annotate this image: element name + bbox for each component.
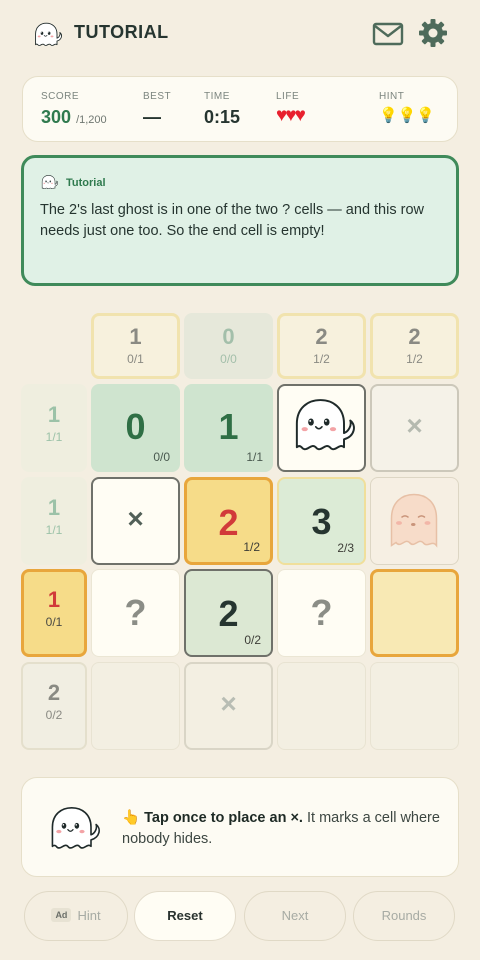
grid-cell[interactable]: × bbox=[184, 662, 273, 750]
instruction-card: 👆 Tap once to place an ×. It marks a cel… bbox=[21, 777, 459, 877]
score-stat: SCORE 300 /1,200 bbox=[41, 91, 107, 128]
score-value: 300 bbox=[41, 107, 72, 127]
grid-cell[interactable] bbox=[91, 662, 180, 750]
score-max: /1,200 bbox=[76, 114, 107, 126]
grid-cell[interactable]: 2 0/2 bbox=[184, 569, 273, 657]
cross-mark: × bbox=[127, 503, 144, 534]
column-clue: 0 0/0 bbox=[184, 313, 273, 379]
best-stat: BEST — bbox=[143, 91, 171, 128]
hint-stat: HINT 💡💡💡 bbox=[379, 91, 435, 124]
reset-button[interactable]: Reset bbox=[134, 891, 236, 941]
cross-mark: × bbox=[406, 410, 423, 441]
time-stat: TIME 0:15 bbox=[204, 91, 240, 128]
ghost-icon bbox=[41, 175, 58, 190]
page-title: TUTORIAL bbox=[74, 22, 169, 42]
row-clue: 1 1/1 bbox=[21, 477, 87, 565]
heart-icons: ♥♥♥ bbox=[276, 105, 306, 126]
question-mark: ? bbox=[310, 592, 333, 633]
grid-cell[interactable]: 1 1/1 bbox=[184, 384, 273, 472]
grid-cell[interactable] bbox=[370, 662, 459, 750]
life-label: LIFE bbox=[276, 91, 300, 102]
grid-cell[interactable] bbox=[277, 384, 366, 472]
tutorial-label: Tutorial bbox=[66, 176, 106, 189]
instruction-text: 👆 Tap once to place an ×. It marks a cel… bbox=[122, 808, 442, 850]
grid-cell[interactable]: 2 1/2 bbox=[184, 477, 273, 565]
score-label: SCORE bbox=[41, 91, 80, 102]
next-button[interactable]: Next bbox=[244, 891, 346, 941]
ad-badge: Ad bbox=[51, 908, 72, 922]
pointing-hand-icon: 👆 bbox=[122, 810, 141, 826]
gear-icon[interactable] bbox=[418, 18, 448, 48]
best-value: — bbox=[143, 107, 161, 127]
best-label: BEST bbox=[143, 91, 172, 102]
stats-bar: SCORE 300 /1,200 BEST — TIME 0:15 LIFE ♥… bbox=[22, 76, 458, 142]
mail-icon[interactable] bbox=[372, 20, 404, 48]
question-mark: ? bbox=[124, 592, 147, 633]
instruction-bold: Tap once to place an ×. bbox=[144, 810, 303, 826]
tutorial-box: Tutorial The 2's last ghost is in one of… bbox=[21, 155, 459, 286]
tutorial-text: The 2's last ghost is in one of the two … bbox=[40, 202, 424, 239]
column-clue: 2 1/2 bbox=[370, 313, 459, 379]
grid-cell[interactable]: 0 0/0 bbox=[91, 384, 180, 472]
row-clue: 1 1/1 bbox=[21, 384, 87, 472]
grid-cell[interactable] bbox=[277, 662, 366, 750]
life-stat: LIFE ♥♥♥ bbox=[276, 91, 306, 127]
grid-cell[interactable]: ? bbox=[91, 569, 180, 657]
hint-button[interactable]: Ad Hint bbox=[24, 891, 128, 941]
time-value: 0:15 bbox=[204, 107, 241, 127]
grid-cell[interactable]: ? bbox=[277, 569, 366, 657]
cross-mark: × bbox=[220, 688, 237, 719]
lightbulb-icons: 💡💡💡 bbox=[379, 107, 436, 124]
column-clue: 2 1/2 bbox=[277, 313, 366, 379]
sleeping-ghost-icon bbox=[390, 493, 438, 548]
app-header: TUTORIAL bbox=[0, 0, 480, 70]
grid-cell[interactable]: 3 2/3 bbox=[277, 477, 366, 565]
hint-label: HINT bbox=[379, 91, 405, 102]
grid-cell[interactable] bbox=[370, 477, 459, 565]
time-label: TIME bbox=[204, 91, 230, 102]
row-clue: 2 0/2 bbox=[21, 662, 87, 750]
column-clue: 1 0/1 bbox=[91, 313, 180, 379]
rounds-button[interactable]: Rounds bbox=[353, 891, 455, 941]
ghost-icon bbox=[51, 806, 100, 849]
ghost-icon bbox=[295, 399, 355, 451]
row-clue: 1 0/1 bbox=[21, 569, 87, 657]
grid-cell[interactable]: × bbox=[91, 477, 180, 565]
ghost-icon bbox=[35, 22, 62, 46]
grid-cell[interactable]: × bbox=[370, 384, 459, 472]
grid-cell-highlighted[interactable] bbox=[370, 569, 459, 657]
